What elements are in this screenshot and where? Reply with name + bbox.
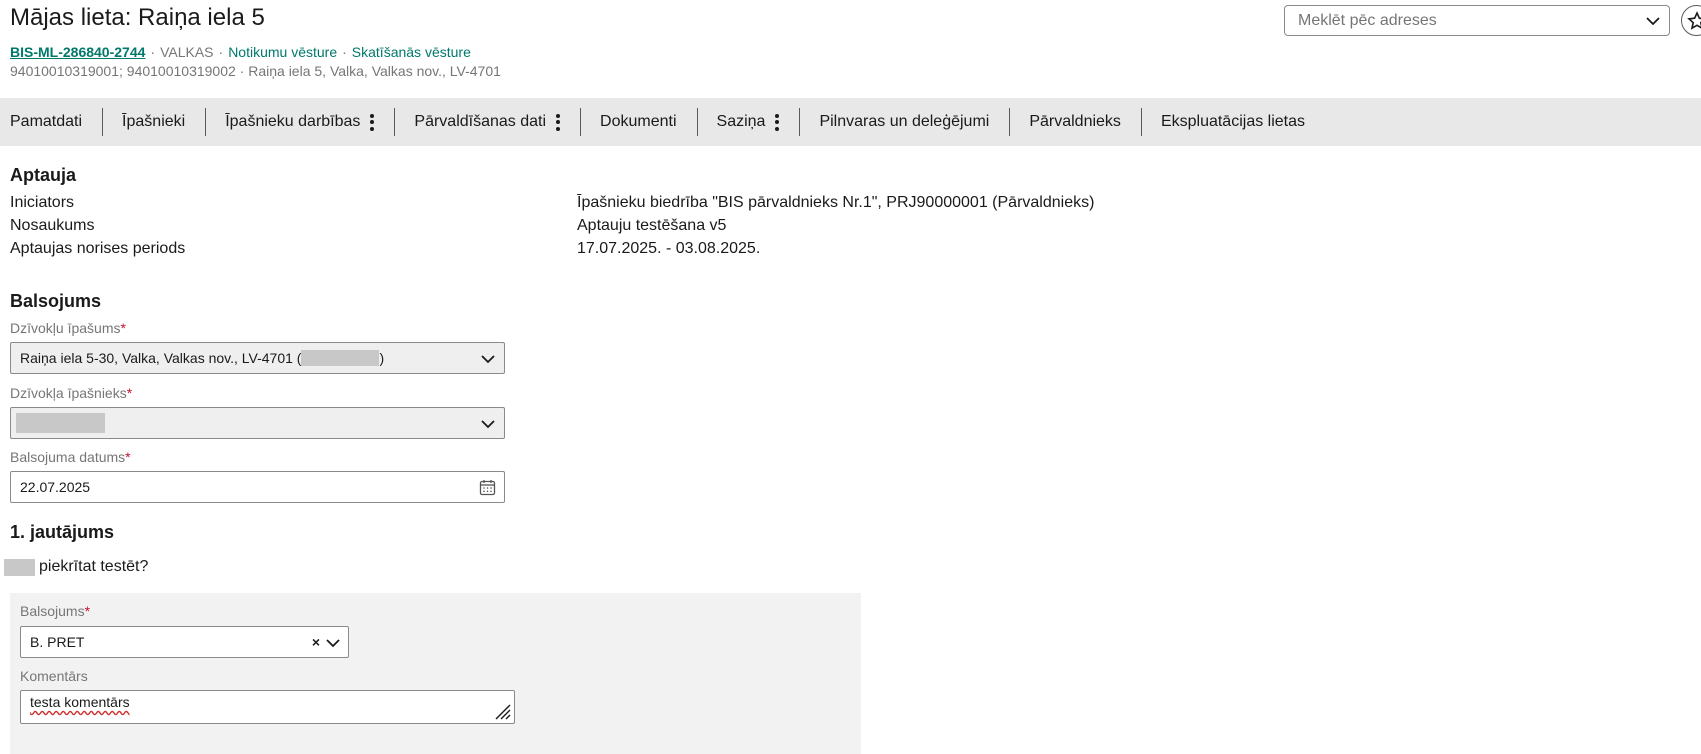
more-vertical-icon[interactable] [370,113,375,131]
tab-label: Īpašnieku darbības [225,113,361,130]
redacted-block [4,558,35,576]
page: Mājas lieta: Raiņa iela 5 BIS-ML-286840-… [0,0,1701,754]
tab-pilnvaras[interactable]: Pilnvaras un deleģējumi [799,98,1009,146]
clear-icon[interactable]: × [312,634,320,650]
star-icon [1686,10,1701,30]
main-tabs: Pamatdati Īpašnieki Īpašnieku darbības P… [0,98,1701,146]
events-history-link[interactable]: Notikumu vēsture [228,44,337,60]
tab-label: Pilnvaras un deleģējumi [819,113,990,130]
chevron-down-icon[interactable] [1645,13,1661,29]
chevron-down-icon[interactable] [325,635,341,651]
question-text: piekrītat testēt? [39,558,149,575]
property-value: Raiņa iela 5-30, Valka, Valkas nov., LV-… [20,350,302,366]
case-meta-line: BIS-ML-286840-2744 · VALKAS · Notikumu vēstu… [10,44,471,60]
answer-vote-value: B. PRET [30,634,85,650]
tab-ekspluatacijas-lietas[interactable]: Ekspluatācijas lietas [1140,98,1325,146]
region-label: VALKAS [160,44,214,60]
tab-label: Ekspluatācijas lietas [1160,113,1306,130]
question-heading: 1. jautājums [10,522,115,542]
favorite-star-button[interactable] [1681,5,1701,36]
survey-name-value: Aptauju testēšana v5 [577,217,727,234]
owner-field-label: Dzīvokļa īpašnieks* [10,385,133,401]
tab-ipasnieki[interactable]: Īpašnieki [102,98,205,146]
initiator-label: Iniciators [10,194,75,211]
question-text-row: piekrītat testēt? [4,558,148,576]
tab-label: Pamatdati [10,113,83,130]
answer-vote-label: Balsojums* [20,603,91,619]
tab-label: Pārvaldīšanas dati [414,113,547,130]
tab-ipasnieku-darbibas[interactable]: Īpašnieku darbības [205,98,394,146]
tab-sazina[interactable]: Saziņa [696,98,800,146]
vote-date-value: 22.07.2025 [20,479,91,495]
search-placeholder: Meklēt pēc adreses [1298,11,1437,29]
survey-period-value: 17.07.2025. - 03.08.2025. [577,240,761,257]
initiator-value: Īpašnieku biedrība "BIS pārvaldnieks Nr.… [577,194,1095,211]
tab-label: Īpašnieki [122,113,186,130]
more-vertical-icon[interactable] [556,113,561,131]
property-select[interactable]: Raiņa iela 5-30, Valka, Valkas nov., LV-… [10,342,505,374]
tab-label: Pārvaldnieks [1029,113,1121,130]
view-history-link[interactable]: Skatīšanās vēsture [352,44,471,60]
property-sub-info: 94010010319001; 94010010319002 · Raiņa i… [10,63,501,79]
more-vertical-icon[interactable] [775,113,780,131]
owner-select[interactable] [10,407,505,439]
survey-heading: Aptauja [10,165,77,185]
answer-vote-select[interactable]: B. PRET × [20,626,349,658]
chevron-down-icon[interactable] [480,416,496,432]
comment-textarea[interactable]: testa komentārs [20,690,515,724]
redacted-block [16,413,105,433]
tab-parvaldnieks[interactable]: Pārvaldnieks [1009,98,1141,146]
case-id-link[interactable]: BIS-ML-286840-2744 [10,44,145,60]
redacted-block [301,350,380,366]
tab-dokumenti[interactable]: Dokumenti [580,98,696,146]
address-search-input[interactable]: Meklēt pēc adreses [1284,5,1670,36]
answer-panel: Balsojums* B. PRET × Komentārs testa kom… [10,593,861,754]
comment-value: testa komentārs [30,694,130,710]
tab-parvaldisanas-dati[interactable]: Pārvaldīšanas dati [394,98,580,146]
tab-pamatdati[interactable]: Pamatdati [0,98,102,146]
survey-name-label: Nosaukums [10,217,95,234]
property-field-label: Dzīvokļu īpašums* [10,320,126,336]
comment-label: Komentārs [20,668,88,684]
tab-label: Dokumenti [600,113,677,130]
tab-label: Saziņa [716,113,766,130]
chevron-down-icon[interactable] [480,351,496,367]
vote-date-label: Balsojuma datums* [10,449,131,465]
vote-date-input[interactable]: 22.07.2025 [10,471,505,503]
vote-heading: Balsojums [10,291,102,311]
page-title: Mājas lieta: Raiņa iela 5 [10,4,265,31]
resize-handle-icon[interactable] [490,699,512,721]
calendar-icon[interactable] [479,479,496,496]
survey-period-label: Aptaujas norises periods [10,240,186,257]
